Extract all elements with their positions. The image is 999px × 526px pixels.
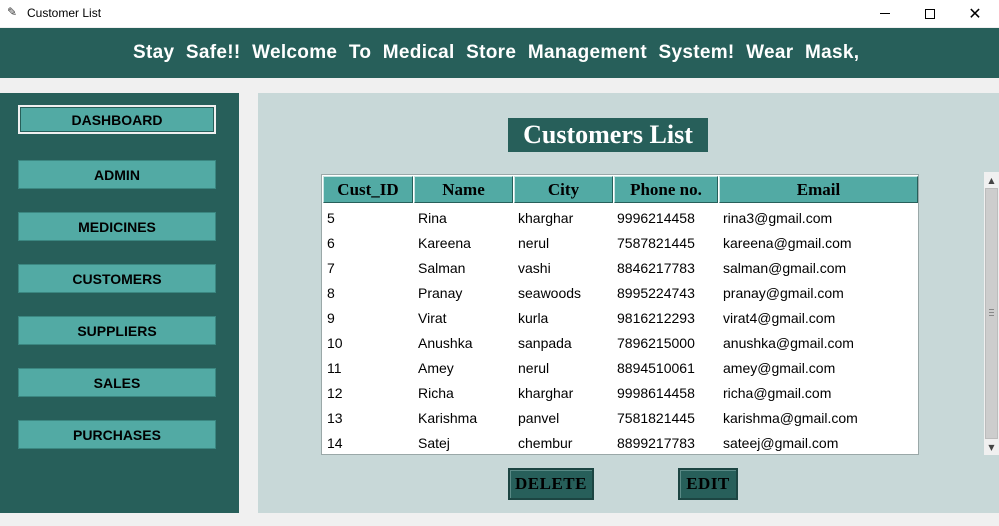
cell-name: Kareena (418, 234, 471, 251)
main-panel: Customers List Cust_ID Name City Phone n… (258, 93, 999, 513)
cell-phone: 9996214458 (617, 209, 695, 226)
column-header-phone[interactable]: Phone no. (614, 176, 718, 203)
cell-phone: 8846217783 (617, 259, 695, 276)
cell-city: vashi (518, 259, 551, 276)
window-title: Customer List (27, 6, 102, 20)
cell-email: amey@gmail.com (723, 359, 836, 376)
sidebar: DASHBOARD ADMIN MEDICINES CUSTOMERS SUPP… (0, 93, 239, 513)
feather-icon: ✎ (7, 5, 18, 19)
cell-city: nerul (518, 359, 550, 376)
table-row[interactable]: 5 Rina kharghar 9996214458 rina3@gmail.com (322, 205, 918, 230)
cell-name: Anushka (418, 334, 473, 351)
table-row[interactable]: 12 Richa kharghar 9998614458 richa@gmail.com (322, 380, 918, 405)
cell-phone: 7581821445 (617, 409, 695, 426)
cell-phone: 9998614458 (617, 384, 695, 401)
cell-email: sateej@gmail.com (723, 434, 839, 451)
table-row[interactable]: 9 Virat kurla 9816212293 virat4@gmail.com (322, 305, 918, 330)
cell-name: Amey (418, 359, 454, 376)
window-titlebar: ✎ Customer List ✕ (0, 0, 999, 27)
cell-cust-id: 7 (327, 259, 335, 276)
cell-cust-id: 5 (327, 209, 335, 226)
cell-email: richa@gmail.com (723, 384, 832, 401)
cell-email: virat4@gmail.com (723, 309, 836, 326)
cell-cust-id: 14 (327, 434, 343, 451)
table-header: Cust_ID Name City Phone no. Email (323, 176, 918, 203)
cell-phone: 8899217783 (617, 434, 695, 451)
maximize-button[interactable] (907, 0, 953, 27)
cell-phone: 8894510061 (617, 359, 695, 376)
table-row[interactable]: 6 Kareena nerul 7587821445 kareena@gmail.com (322, 230, 918, 255)
cell-city: kharghar (518, 384, 574, 401)
scrollbar-thumb[interactable] (985, 188, 998, 439)
cell-email: anushka@gmail.com (723, 334, 854, 351)
table-row[interactable]: 14 Satej chembur 8899217783 sateej@gmail.com (322, 430, 918, 454)
cell-city: kharghar (518, 209, 574, 226)
cell-city: nerul (518, 234, 550, 251)
sidebar-item-medicines[interactable]: MEDICINES (18, 212, 216, 241)
grip-line (989, 315, 994, 316)
cell-phone: 8995224743 (617, 284, 695, 301)
banner-marquee-text: Stay Safe!! Welcome To Medical Store Man… (133, 42, 860, 63)
minimize-button[interactable] (862, 0, 908, 27)
cell-name: Salman (418, 259, 466, 276)
page-title: Customers List (508, 118, 708, 152)
cell-email: kareena@gmail.com (723, 234, 852, 251)
table-row[interactable]: 11 Amey nerul 8894510061 amey@gmail.com (322, 355, 918, 380)
cell-name: Rina (418, 209, 447, 226)
cell-cust-id: 11 (327, 359, 342, 376)
sidebar-item-suppliers[interactable]: SUPPLIERS (18, 316, 216, 345)
cell-email: pranay@gmail.com (723, 284, 844, 301)
cell-phone: 9816212293 (617, 309, 695, 326)
cell-name: Virat (418, 309, 447, 326)
table-row[interactable]: 13 Karishma panvel 7581821445 karishma@gmail… (322, 405, 918, 430)
grip-line (989, 309, 994, 310)
cell-city: panvel (518, 409, 560, 426)
welcome-banner: Stay Safe!! Welcome To Medical Store Man… (0, 28, 999, 78)
cell-name: Pranay (418, 284, 463, 301)
cell-cust-id: 10 (327, 334, 343, 351)
cell-city: seawoods (518, 284, 582, 301)
cell-phone: 7587821445 (617, 234, 695, 251)
cell-city: chembur (518, 434, 573, 451)
cell-cust-id: 8 (327, 284, 335, 301)
cell-email: karishma@gmail.com (723, 409, 858, 426)
maximize-icon (925, 8, 935, 19)
delete-button[interactable]: DELETE (508, 468, 594, 500)
cell-name: Richa (418, 384, 454, 401)
cell-phone: 7896215000 (617, 334, 695, 351)
cell-cust-id: 13 (327, 409, 343, 426)
minimize-icon (880, 13, 890, 14)
column-header-name[interactable]: Name (414, 176, 513, 203)
scroll-down-arrow-icon[interactable]: ▼ (984, 439, 999, 455)
column-header-city[interactable]: City (514, 176, 613, 203)
cell-city: kurla (518, 309, 549, 326)
close-icon: ✕ (968, 3, 982, 23)
sidebar-item-purchases[interactable]: PURCHASES (18, 420, 216, 449)
cell-name: Karishma (418, 409, 478, 426)
sidebar-item-customers[interactable]: CUSTOMERS (18, 264, 216, 293)
sidebar-item-admin[interactable]: ADMIN (18, 160, 216, 189)
cell-cust-id: 6 (327, 234, 335, 251)
customers-table[interactable]: Cust_ID Name City Phone no. Email 5 Rina k… (321, 174, 919, 455)
table-row[interactable]: 7 Salman vashi 8846217783 salman@gmail.com (322, 255, 918, 280)
table-row[interactable]: 8 Pranay seawoods 8995224743 pranay@gmail.co… (322, 280, 918, 305)
vertical-scrollbar[interactable]: ▲ ▼ (984, 172, 999, 455)
cell-city: sanpada (518, 334, 572, 351)
sidebar-item-sales[interactable]: SALES (18, 368, 216, 397)
column-header-email[interactable]: Email (719, 176, 918, 203)
scroll-up-arrow-icon[interactable]: ▲ (984, 172, 999, 188)
table-row[interactable]: 10 Anushka sanpada 7896215000 anushka@gmail.… (322, 330, 918, 355)
column-header-cust-id[interactable]: Cust_ID (323, 176, 413, 203)
table-body: 5 Rina kharghar 9996214458 rina3@gmail.com 6 K… (322, 205, 918, 454)
cell-cust-id: 12 (327, 384, 343, 401)
close-button[interactable]: ✕ (952, 0, 998, 27)
sidebar-item-dashboard[interactable]: DASHBOARD (18, 105, 216, 134)
cell-name: Satej (418, 434, 450, 451)
cell-email: rina3@gmail.com (723, 209, 833, 226)
grip-line (989, 312, 994, 313)
cell-cust-id: 9 (327, 309, 335, 326)
cell-email: salman@gmail.com (723, 259, 847, 276)
edit-button[interactable]: EDIT (678, 468, 738, 500)
